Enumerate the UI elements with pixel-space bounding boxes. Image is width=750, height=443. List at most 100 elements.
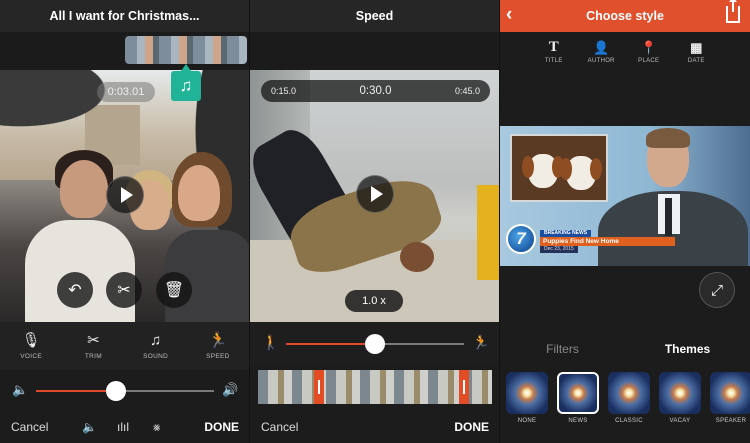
volume-knob[interactable] <box>106 381 127 401</box>
style-preview[interactable]: 7 BREAKING NEWS Puppies Find New Home De… <box>500 126 750 266</box>
tab-label: AUTHOR <box>587 58 615 64</box>
undo-button[interactable]: ↶ <box>57 272 93 308</box>
theme-vacay[interactable]: VACAY <box>659 372 701 442</box>
tab-label: DATE <box>687 58 705 64</box>
back-arrow-icon[interactable]: ‹ <box>506 5 512 25</box>
music-note-icon[interactable]: ♫ <box>171 64 201 101</box>
theme-thumbnail <box>608 372 650 414</box>
trash-icon: 🗑 <box>163 282 185 299</box>
edit-title-bar: All I want for Christmas... <box>0 0 249 32</box>
project-title: All I want for Christmas... <box>49 9 200 23</box>
theme-label: VACAY <box>669 418 691 424</box>
play-icon <box>120 187 133 203</box>
microphone-icon: 🎙 <box>21 332 41 349</box>
speed-bottom-bar: Cancel DONE <box>250 411 499 443</box>
frame-strip[interactable] <box>258 370 492 404</box>
undo-icon: ↶ <box>68 282 82 299</box>
time-end: 0:45.0 <box>454 86 480 96</box>
play-button[interactable] <box>356 175 394 213</box>
speed-knob[interactable] <box>365 334 385 354</box>
done-button[interactable]: DONE <box>204 420 239 434</box>
music-note-icon: ♫ <box>150 332 162 349</box>
play-icon <box>370 186 383 202</box>
mute-icon[interactable]: 🔈 <box>82 420 97 434</box>
speed-title-bar: Speed <box>250 0 499 32</box>
fullscreen-button[interactable]: ⤢ <box>699 272 735 308</box>
tab-label: PLACE <box>638 58 660 64</box>
theme-thumbnail <box>557 372 599 414</box>
cancel-button[interactable]: Cancel <box>261 420 298 434</box>
tool-voice[interactable]: 🎙 VOICE <box>6 322 56 370</box>
volume-high-icon: 🔊 <box>222 382 239 397</box>
person-icon: 👤 <box>593 40 610 55</box>
speed-fill <box>286 343 375 345</box>
done-button[interactable]: DONE <box>454 420 489 434</box>
expand-icon: ⤢ <box>710 281 723 299</box>
tab-label: TITLE <box>544 58 563 64</box>
tool-label: VOICE <box>20 353 42 360</box>
speed-panel: Speed 0:15.0 0:30.0 0:45.0 1.0 x 🚶 🏃 Can… <box>250 0 499 443</box>
tool-label: TRIM <box>84 353 102 360</box>
volume-low-icon: 🔈 <box>12 382 29 397</box>
map-pin-icon: 📍 <box>640 40 657 55</box>
tool-label: SPEED <box>206 353 230 360</box>
theme-label: CLASSIC <box>615 418 643 424</box>
walking-icon: 🚶 <box>262 334 280 350</box>
volume-fill <box>36 390 117 392</box>
theme-speaker[interactable]: SPEAKER <box>710 372 750 442</box>
tab-themes[interactable]: Themes <box>625 335 750 363</box>
running-icon: 🏃 <box>472 334 490 350</box>
tool-label: SOUND <box>143 353 169 360</box>
timeline-readout: 0:15.0 0:30.0 0:45.0 <box>261 80 490 102</box>
share-icon[interactable] <box>726 0 740 23</box>
cancel-button[interactable]: Cancel <box>11 420 48 434</box>
edit-tools: 🎙 VOICE ✂ TRIM ♫ SOUND 🏃 SPEED <box>0 322 249 370</box>
theme-label: SPEAKER <box>715 418 747 424</box>
speed-slider-row: 🚶 🏃 <box>250 322 499 366</box>
speed-title: Speed <box>355 9 394 23</box>
news-picture <box>510 134 608 202</box>
running-icon: 🏃 <box>208 332 228 349</box>
theme-none[interactable]: NONE <box>506 372 548 442</box>
trim-handle-left[interactable] <box>314 370 324 404</box>
speed-value: 1.0 x <box>345 290 403 312</box>
edit-panel: All I want for Christmas... ♫ 0:03.01 ↶ … <box>0 0 249 443</box>
theme-thumbnail <box>710 372 750 414</box>
clip-strip <box>0 32 249 70</box>
scissors-icon: ✂ <box>87 332 100 349</box>
delete-button[interactable]: 🗑 <box>156 272 192 308</box>
tab-place[interactable]: 📍 PLACE <box>629 32 669 72</box>
theme-label: NEWS <box>568 418 588 424</box>
tab-filters[interactable]: Filters <box>500 335 625 363</box>
current-time: 0:03.01 <box>97 82 155 102</box>
cut-button[interactable]: ✂ <box>106 272 142 308</box>
time-start: 0:15.0 <box>271 86 297 96</box>
theme-thumbnail <box>659 372 701 414</box>
style-panel: ‹ Choose style T TITLE 👤 AUTHOR 📍 PLACE … <box>500 0 750 443</box>
theme-classic[interactable]: CLASSIC <box>608 372 650 442</box>
theme-thumbnail <box>506 372 548 414</box>
theme-label: NONE <box>517 418 537 424</box>
calendar-icon: ▦ <box>690 40 703 55</box>
news-lower-third: 7 BREAKING NEWS Puppies Find New Home De… <box>506 224 675 256</box>
filters-themes-toggle: Filters Themes <box>500 335 750 363</box>
tab-date[interactable]: ▦ DATE <box>676 32 716 72</box>
waveform-icon[interactable]: ılıl <box>117 420 129 434</box>
volume-row: 🔈 🔊 <box>0 372 249 410</box>
tab-title[interactable]: T TITLE <box>534 32 574 72</box>
title-icon: T <box>548 39 559 55</box>
tool-trim[interactable]: ✂ TRIM <box>68 322 118 370</box>
scissors-icon: ✂ <box>117 282 131 299</box>
no-music-icon[interactable]: ⨳ <box>153 420 160 435</box>
trim-handle-right[interactable] <box>459 370 469 404</box>
tool-sound[interactable]: ♫ SOUND <box>131 322 181 370</box>
style-title: Choose style <box>586 9 664 23</box>
theme-list: NONE NEWS CLASSIC VACAY SPEAKER <box>506 372 750 442</box>
theme-news[interactable]: NEWS <box>557 372 599 442</box>
tab-author[interactable]: 👤 AUTHOR <box>581 32 621 72</box>
play-button[interactable] <box>106 176 144 214</box>
news-date: Dec 23, 2015 <box>540 246 578 253</box>
breaking-label: BREAKING NEWS <box>540 230 592 237</box>
clip-thumbnails[interactable] <box>125 36 247 64</box>
tool-speed[interactable]: 🏃 SPEED <box>193 322 243 370</box>
